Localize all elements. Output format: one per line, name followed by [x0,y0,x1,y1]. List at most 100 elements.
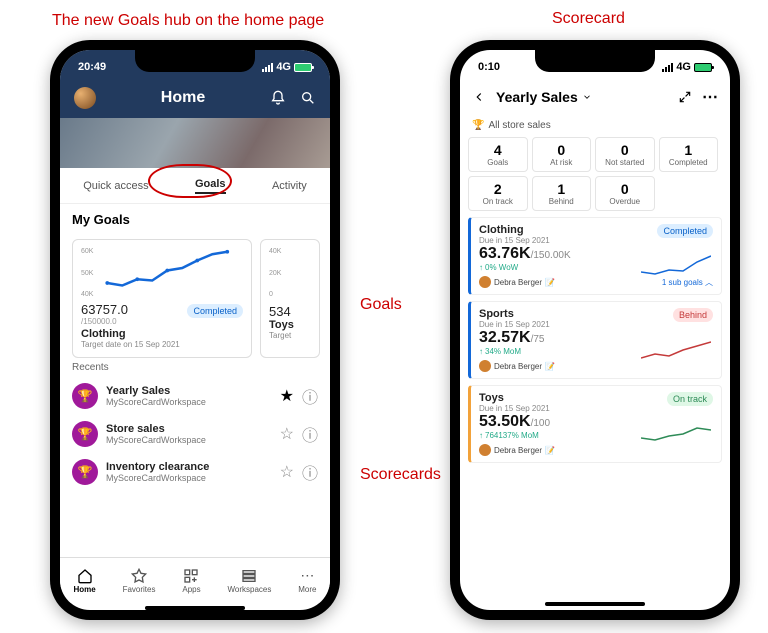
scorecard-workspace: MyScoreCardWorkspace [106,473,272,483]
summary-grid: 4Goals 0At risk 0Not started 1Completed … [460,137,730,217]
annotation-title-left: The new Goals hub on the home page [52,12,324,30]
annotation-title-right: Scorecard [552,10,625,28]
breadcrumb[interactable]: 🏆 All store sales [460,116,730,137]
annotation-goals: Goals [360,296,402,314]
sparkline [97,248,243,298]
phone-screen-left: 20:49 4G Home Quick access Goals Activit… [60,50,330,610]
goal-owner[interactable]: Debra Berger 📝 [479,444,555,456]
battery-icon [694,63,712,72]
summary-cell[interactable]: 1Behind [532,176,592,211]
axis-tick: 0 [269,291,311,298]
goal-owner[interactable]: Debra Berger 📝 [479,360,555,372]
scorecard-name: Yearly Sales [106,385,272,397]
status-badge: Behind [673,308,713,322]
avatar[interactable] [74,87,96,109]
more-icon[interactable]: ⋯ [702,87,718,107]
scorecard-goal-card[interactable]: ClothingDue in 15 Sep 2021 Completed 63.… [468,217,722,295]
avatar [479,444,491,456]
scorecard-row[interactable]: 🏆 Yearly SalesMyScoreCardWorkspace ★ ⓘ [72,377,318,415]
axis-tick: 20K [269,270,311,277]
back-icon[interactable] [472,90,486,104]
info-icon[interactable]: ⓘ [302,460,318,484]
search-icon[interactable] [300,90,316,106]
star-icon[interactable]: ★ [280,386,294,406]
goal-name: Clothing [81,328,243,340]
goal-due: Due in 15 Sep 2021 [479,236,550,245]
goal-name: Toys [269,319,311,331]
status-time: 0:10 [478,61,500,73]
phone-frame-left: 20:49 4G Home Quick access Goals Activit… [50,40,340,620]
tab-quick-access[interactable]: Quick access [83,180,148,192]
info-icon[interactable]: ⓘ [302,384,318,408]
goal-target: /75 [531,334,545,345]
phone-notch [535,50,655,72]
recents-section: Recents 🏆 Yearly SalesMyScoreCardWorkspa… [60,358,330,495]
phone-screen-right: 0:10 4G Yearly Sales ⋯ 🏆 All store sales… [460,50,730,610]
avatar [479,276,491,288]
star-icon[interactable]: ☆ [280,424,294,444]
scorecard-goal-card[interactable]: ToysDue in 15 Sep 2021 On track 53.50K/1… [468,385,722,463]
tab-apps[interactable]: Apps [182,568,200,594]
tab-activity[interactable]: Activity [272,180,307,192]
phone-notch [135,50,255,72]
summary-cell[interactable]: 4Goals [468,137,528,172]
scorecard-row[interactable]: 🏆 Store salesMyScoreCardWorkspace ☆ ⓘ [72,415,318,453]
goal-due: Due in 15 Sep 2021 [479,404,550,413]
sparkline [641,252,711,280]
goal-name: Toys [479,392,550,404]
status-time: 20:49 [78,61,106,73]
info-icon[interactable]: ⓘ [302,422,318,446]
page-title: Home [161,89,205,107]
bell-icon[interactable] [270,90,286,106]
avatar [479,360,491,372]
expand-icon[interactable] [678,90,692,104]
goal-value: 53.50K [479,413,531,430]
goal-target: /150.00K [531,250,571,261]
home-indicator [145,606,245,610]
goal-subtitle: Target date on 15 Sep 2021 [81,340,243,349]
home-indicator [545,602,645,606]
scorecard-title[interactable]: Yearly Sales [496,89,592,105]
axis-tick: 60K [81,248,93,255]
summary-cell[interactable]: 0At risk [532,137,592,172]
tab-more[interactable]: ⋯More [298,567,316,594]
trophy-icon: 🏆 [472,120,484,131]
tab-home[interactable]: Home [73,568,95,594]
goal-value: 63.76K [479,245,531,262]
goal-name: Clothing [479,224,550,236]
recents-label: Recents [72,362,318,373]
goal-owner[interactable]: Debra Berger 📝 [479,276,555,288]
tab-workspaces[interactable]: Workspaces [227,568,271,594]
status-badge: On track [667,392,713,406]
network-label: 4G [676,61,691,73]
trophy-icon: 🏆 [72,421,98,447]
summary-cell[interactable]: 0Overdue [595,176,655,211]
axis-tick: 40K [81,291,93,298]
scorecard-name: Inventory clearance [106,461,272,473]
status-badge: Completed [657,224,713,238]
goal-name: Sports [479,308,550,320]
sparkline [641,420,711,448]
scorecard-row[interactable]: 🏆 Inventory clearanceMyScoreCardWorkspac… [72,453,318,491]
scorecard-header: Yearly Sales ⋯ [460,78,730,116]
my-goals-section: My Goals [60,204,330,235]
goal-card[interactable]: 40K 20K 0 534 Toys Target [260,239,320,358]
summary-cell[interactable]: 1Completed [659,137,719,172]
sparkline [641,336,711,364]
tab-goals[interactable]: Goals [195,178,226,194]
star-icon[interactable]: ☆ [280,462,294,482]
goal-value: 63757.0 [81,302,128,317]
trophy-icon: 🏆 [72,383,98,409]
chevron-down-icon [582,92,592,102]
goal-card[interactable]: 60K 50K 40K 63757.0 /150000.0 Completed [72,239,252,358]
goal-due: Due in 15 Sep 2021 [479,320,550,329]
goal-card-scroll[interactable]: 60K 50K 40K 63757.0 /150000.0 Completed [60,235,330,358]
app-header: Home [60,78,330,118]
phone-frame-right: 0:10 4G Yearly Sales ⋯ 🏆 All store sales… [450,40,740,620]
scorecard-goal-card[interactable]: SportsDue in 15 Sep 2021 Behind 32.57K/7… [468,301,722,379]
summary-cell[interactable]: 0Not started [595,137,655,172]
goal-list[interactable]: ClothingDue in 15 Sep 2021 Completed 63.… [460,217,730,599]
my-goals-heading: My Goals [72,212,318,227]
summary-cell[interactable]: 2On track [468,176,528,211]
tab-favorites[interactable]: Favorites [123,568,156,594]
